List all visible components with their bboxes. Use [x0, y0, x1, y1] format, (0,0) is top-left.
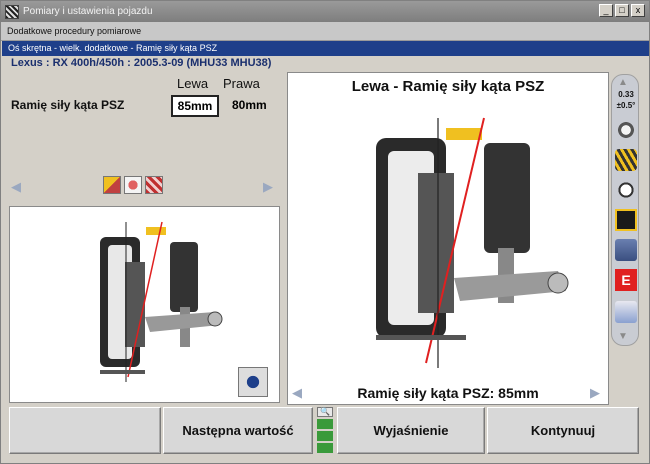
left-value-field[interactable]: 85mm [171, 95, 219, 117]
vehicle-label: Lexus : RX 400h/450h : 2005.3-09 (MHU33 … [11, 57, 272, 69]
window-controls: _ □ x [599, 4, 645, 17]
printer-icon[interactable] [615, 301, 637, 323]
tolerance-range: ±0.5° [616, 101, 636, 110]
maximize-button[interactable]: □ [615, 4, 629, 17]
continue-button[interactable]: Kontynuuj [487, 407, 639, 454]
right-value: 80mm [232, 98, 267, 112]
toolbar-down-icon[interactable]: ▼ [618, 331, 628, 342]
column-right-heading: Prawa [223, 76, 260, 91]
procedure-header: Dodatkowe procedury pomiarowe [1, 22, 649, 41]
main-view-panel: Lewa - Ramię siły kąta PSZ ◀ Ramię siły … [287, 72, 609, 405]
app-icon [5, 4, 19, 19]
steering-gauge-icon[interactable] [615, 179, 637, 201]
lift-icon[interactable] [615, 239, 637, 261]
status-light-bottom [317, 443, 333, 453]
close-button[interactable]: x [631, 4, 645, 17]
wheel-view-icon[interactable] [124, 176, 142, 194]
next-value-button[interactable]: Następna wartość [163, 407, 313, 454]
main-next-arrow-icon[interactable]: ▶ [590, 385, 600, 401]
blank-button[interactable] [9, 407, 161, 454]
zoom-view-icon[interactable] [238, 367, 268, 397]
wrench-adjust-icon[interactable] [615, 119, 637, 141]
column-left-heading: Lewa [177, 76, 209, 91]
spec-e-icon[interactable]: E [615, 269, 637, 291]
status-light-top [317, 419, 333, 429]
breadcrumb: Oś skrętna - wielk. dodatkowe - Ramię si… [2, 41, 649, 56]
toolbar-up-icon[interactable]: ▲ [618, 77, 628, 88]
tire-tread-icon[interactable] [615, 149, 637, 171]
suspension-view-icon[interactable] [145, 176, 163, 194]
title-bar: Pomiary i ustawienia pojazdu _ □ x [1, 1, 649, 22]
explain-button[interactable]: Wyjaśnienie [337, 407, 485, 454]
view-selector [103, 176, 163, 194]
suspension-main-illustration [376, 117, 569, 368]
status-indicator: 🔍 [317, 407, 335, 454]
tolerance-value: 0.33 [618, 90, 634, 99]
main-view-title: Lewa - Ramię siły kąta PSZ [351, 78, 545, 95]
tolerance-display[interactable]: 0.33 ±0.5° [613, 89, 639, 113]
caster-view-icon[interactable] [103, 176, 121, 194]
side-toolbar: ▲ 0.33 ±0.5° E ▼ [611, 74, 639, 346]
bottom-button-bar: Następna wartość 🔍 Wyjaśnienie Kontynuuj [9, 407, 641, 457]
prev-arrow-icon[interactable]: ◀ [11, 179, 21, 195]
minimize-button[interactable]: _ [599, 4, 613, 17]
window-title: Pomiary i ustawienia pojazdu [23, 6, 153, 17]
app-window: Pomiary i ustawienia pojazdu _ □ x Dodat… [0, 0, 650, 464]
zoom-icon[interactable]: 🔍 [317, 407, 333, 417]
preview-panel [9, 206, 280, 403]
measurement-label: Ramię siły kąta PSZ [11, 98, 125, 112]
main-view-caption: Ramię siły kąta PSZ: 85mm [357, 385, 539, 401]
status-light-mid [317, 431, 333, 441]
next-arrow-icon[interactable]: ▶ [263, 179, 273, 195]
timer-display-icon[interactable] [615, 209, 637, 231]
